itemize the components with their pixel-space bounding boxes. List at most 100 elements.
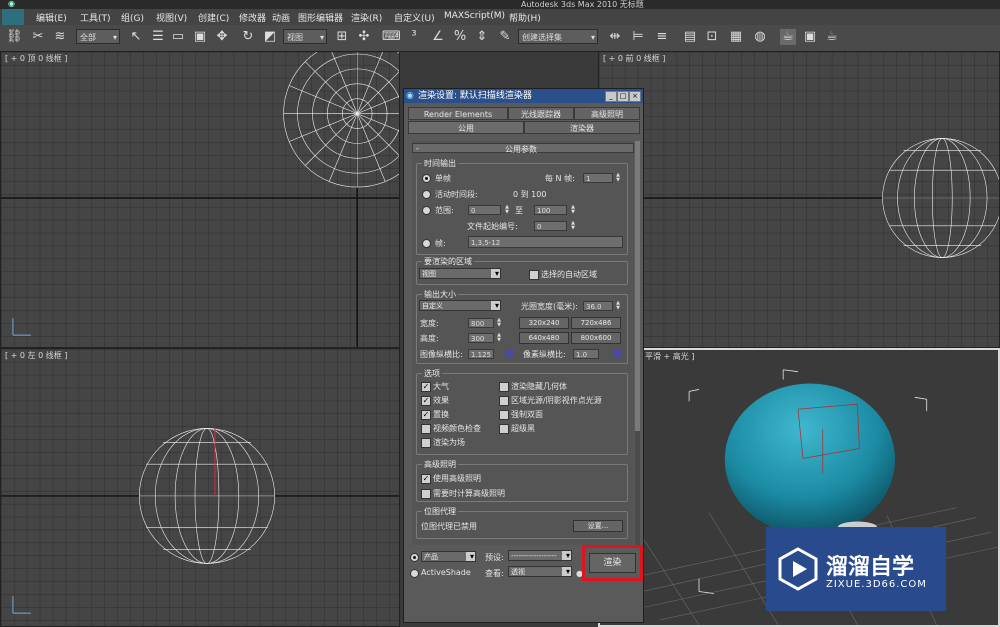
move-icon[interactable]: ✥ [214, 29, 230, 45]
preset-select[interactable]: ------------------ [508, 550, 572, 561]
view-select[interactable]: 透视 [508, 566, 572, 577]
render-hidden-checkbox[interactable] [499, 382, 509, 392]
select-by-name-icon[interactable]: ☰ [150, 29, 166, 45]
app-logo-icon[interactable]: ◉ [8, 0, 15, 8]
force-two-sided-checkbox[interactable] [499, 410, 509, 420]
keyboard-shortcut-icon[interactable]: ⌨ [382, 29, 401, 45]
menu-maxscript[interactable]: MAXScript(M) [444, 11, 505, 21]
bind-space-warp-icon[interactable]: ≋ [52, 29, 68, 45]
menu-rendering[interactable]: 渲染(R) [351, 11, 382, 24]
preset-720x486-button[interactable]: 720x486 [571, 317, 621, 329]
menu-customize[interactable]: 自定义(U) [394, 11, 435, 24]
tab-common[interactable]: 公用 [408, 121, 524, 134]
active-segment-radio[interactable] [422, 190, 431, 199]
unlink-icon[interactable]: ✂ [30, 29, 46, 45]
compute-advanced-lighting-checkbox[interactable] [421, 489, 431, 499]
viewport-top-label[interactable]: [ + 0 顶 0 线框 ] [5, 53, 67, 64]
use-advanced-lighting-checkbox[interactable]: ✓ [421, 474, 431, 484]
percent-snap-icon[interactable]: % [452, 29, 468, 45]
range-from-field[interactable]: 0 [468, 205, 501, 215]
reference-coord-select[interactable]: 视图 [283, 29, 327, 45]
activeshade-radio[interactable] [410, 569, 419, 578]
scrollbar-thumb[interactable] [635, 141, 640, 431]
range-radio[interactable] [422, 206, 431, 215]
rollout-header[interactable]: - 公用参数 [412, 143, 634, 154]
auto-region-checkbox[interactable] [529, 270, 539, 280]
layer-manager-icon[interactable]: ≡ [654, 29, 670, 45]
dialog-title-bar[interactable]: ◉ 渲染设置: 默认扫描线渲染器 _ □ × [404, 89, 643, 103]
single-frame-radio[interactable] [422, 174, 431, 183]
aperture-field[interactable]: 36.0 [583, 301, 613, 311]
app-menu-button[interactable] [2, 9, 24, 25]
viewport-front-label[interactable]: [ + 0 前 0 线框 ] [603, 53, 665, 64]
tab-render-elements[interactable]: Render Elements [408, 107, 508, 120]
every-n-spinner[interactable]: ▲ ▼ [615, 173, 621, 183]
tab-renderer[interactable]: 渲染器 [524, 121, 640, 134]
select-manipulate-icon[interactable]: ✣ [356, 29, 372, 45]
scale-icon[interactable]: ◩ [262, 29, 278, 45]
effects-checkbox[interactable]: ✓ [421, 396, 431, 406]
area-lights-checkbox[interactable] [499, 396, 509, 406]
menu-animation[interactable]: 动画 [272, 11, 290, 24]
named-selection-select[interactable]: 创建选择集 [518, 29, 598, 45]
material-editor-icon[interactable]: ◍ [752, 29, 768, 45]
production-radio[interactable] [410, 553, 419, 562]
viewport-left-label[interactable]: [ + 0 左 0 线框 ] [5, 350, 67, 361]
viewport-left[interactable]: [ + 0 左 0 线框 ] [0, 348, 400, 627]
pixel-aspect-lock-icon[interactable] [613, 349, 621, 358]
range-to-spinner[interactable]: ▲ ▼ [570, 205, 576, 215]
select-object-icon[interactable]: ↖ [128, 29, 144, 45]
graphite-icon[interactable]: ▤ [682, 29, 698, 45]
displacement-checkbox[interactable]: ✓ [421, 410, 431, 420]
rendered-frame-icon[interactable]: ▣ [802, 29, 818, 45]
render-setup-icon[interactable]: ☕ [780, 29, 796, 45]
range-to-field[interactable]: 100 [534, 205, 567, 215]
schematic-view-icon[interactable]: ▦ [728, 29, 744, 45]
tab-advanced-lighting[interactable]: 高级照明 [574, 107, 640, 120]
height-field[interactable]: 300 [468, 333, 494, 343]
pivot-center-icon[interactable]: ⊞ [334, 29, 350, 45]
render-to-fields-checkbox[interactable] [421, 438, 431, 448]
menu-group[interactable]: 组(G) [121, 11, 144, 24]
link-icon[interactable]: ⛓ [6, 29, 23, 45]
preset-320x240-button[interactable]: 320x240 [519, 317, 569, 329]
rotate-icon[interactable]: ↻ [240, 29, 256, 45]
snap-toggle-icon[interactable]: ³ [406, 29, 422, 45]
close-icon[interactable]: × [629, 91, 641, 102]
window-crossing-icon[interactable]: ▣ [192, 29, 208, 45]
render-button[interactable]: 渲染 [589, 553, 636, 573]
menu-graph-editors[interactable]: 图形编辑器 [298, 11, 343, 24]
mirror-icon[interactable]: ⇹ [607, 29, 623, 45]
menu-create[interactable]: 创建(C) [198, 11, 229, 24]
minimize-icon[interactable]: _ [605, 91, 617, 102]
rect-selection-icon[interactable]: ▭ [170, 29, 186, 45]
menu-help[interactable]: 帮助(H) [509, 11, 541, 24]
tab-raytracer[interactable]: 光线跟踪器 [508, 107, 574, 120]
render-production-icon[interactable]: ☕ [824, 29, 840, 45]
aperture-spinner[interactable]: ▲ ▼ [615, 301, 621, 311]
preset-800x600-button[interactable]: 800x600 [571, 332, 621, 344]
file-number-field[interactable]: 0 [534, 221, 567, 231]
pixel-aspect-field[interactable]: 1.0 [573, 349, 599, 359]
atmospherics-checkbox[interactable]: ✓ [421, 382, 431, 392]
curve-editor-icon[interactable]: ⊡ [704, 29, 720, 45]
range-from-spinner[interactable]: ▲ ▼ [504, 205, 510, 215]
image-aspect-field[interactable]: 1.125 [468, 349, 494, 359]
area-select[interactable]: 视图 [419, 268, 501, 279]
menu-views[interactable]: 视图(V) [156, 11, 187, 24]
super-black-checkbox[interactable] [499, 424, 509, 434]
frames-field[interactable]: 1,3,5-12 [468, 236, 623, 248]
menu-modifiers[interactable]: 修改器 [239, 11, 266, 24]
image-aspect-lock-icon[interactable] [505, 349, 513, 358]
spinner-snap-icon[interactable]: ⇕ [474, 29, 490, 45]
viewport-front[interactable]: [ + 0 前 0 线框 ] [598, 51, 1000, 348]
width-spinner[interactable]: ▲ ▼ [496, 318, 502, 328]
bitmap-proxy-setup-button[interactable]: 设置... [573, 520, 623, 532]
angle-snap-icon[interactable]: ∠ [430, 29, 446, 45]
align-icon[interactable]: ⊨ [630, 29, 646, 45]
width-field[interactable]: 800 [468, 318, 494, 328]
menu-tools[interactable]: 工具(T) [80, 11, 111, 24]
dialog-scrollbar[interactable] [635, 141, 640, 589]
viewport-perspective-label[interactable]: 平滑 + 高光 ] [645, 351, 694, 362]
viewport-top[interactable]: [ + 0 顶 0 线框 ] [0, 51, 400, 348]
